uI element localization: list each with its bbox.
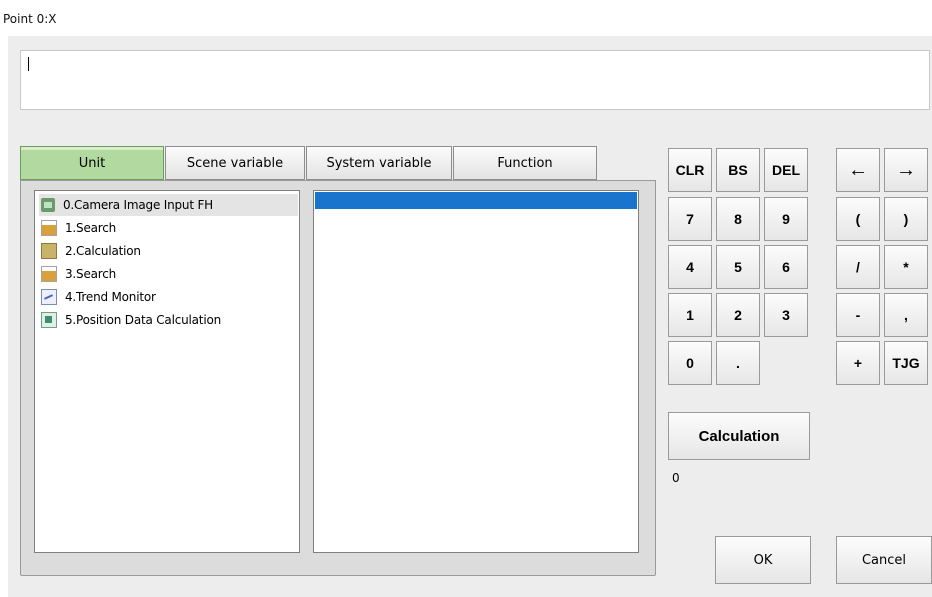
key-6[interactable]: 6 [764, 245, 808, 289]
key-label: 7 [686, 211, 694, 227]
tab-label: Unit [78, 155, 106, 171]
text-caret [28, 57, 29, 71]
key-1[interactable]: 1 [668, 293, 712, 337]
key-label: ) [903, 211, 909, 227]
open-paren-key[interactable]: ( [836, 197, 880, 241]
key-5[interactable]: 5 [716, 245, 760, 289]
key-label: * [903, 259, 909, 275]
list-item[interactable]: 0.Camera Image Input FH [39, 194, 298, 216]
result-value: 0 [672, 471, 680, 485]
arrow-right-icon: → [896, 158, 916, 181]
clr-key[interactable]: CLR [668, 148, 712, 192]
tab-label: System variable [326, 155, 432, 171]
key-label: 4 [686, 259, 694, 275]
tab-system-variable[interactable]: System variable [306, 146, 452, 180]
key-label: 2 [734, 307, 742, 323]
key-4[interactable]: 4 [668, 245, 712, 289]
key-label: ( [855, 211, 861, 227]
tab-unit[interactable]: Unit [20, 146, 164, 180]
key-label: TJG [892, 355, 920, 371]
comma-key[interactable]: , [884, 293, 928, 337]
calculation-button[interactable]: Calculation [668, 412, 810, 460]
list-item[interactable]: 2.Calculation [39, 240, 141, 262]
list-item-label: 3.Search [65, 267, 117, 281]
tab-label: Function [497, 155, 553, 171]
title-bar: Point 0:X [0, 0, 932, 36]
calculation-label: Calculation [698, 427, 780, 445]
key-0[interactable]: 0 [668, 341, 712, 385]
key-label: 0 [686, 355, 694, 371]
key-label: . [736, 355, 740, 371]
list-item[interactable]: 4.Trend Monitor [39, 286, 156, 308]
list-item[interactable]: 3.Search [39, 263, 116, 285]
list-item[interactable]: 1.Search [39, 217, 116, 239]
divide-key[interactable]: / [836, 245, 880, 289]
position-data-icon [41, 312, 57, 328]
key-label: 5 [734, 259, 742, 275]
tjg-key[interactable]: TJG [884, 341, 928, 385]
arrow-left-key[interactable]: ← [836, 148, 880, 192]
multiply-key[interactable]: * [884, 245, 928, 289]
window-title: Point 0:X [3, 12, 57, 26]
list-item-label: 1.Search [65, 221, 117, 235]
ok-button[interactable]: OK [715, 536, 811, 584]
decimal-key[interactable]: . [716, 341, 760, 385]
key-label: BS [728, 162, 748, 178]
trend-monitor-icon [41, 289, 57, 305]
calculation-icon [41, 243, 57, 259]
cancel-label: Cancel [861, 552, 907, 568]
unit-list[interactable]: 0.Camera Image Input FH 1.Search 2.Calcu… [34, 190, 300, 553]
list-item-label: 2.Calculation [65, 244, 141, 258]
list-item[interactable]: 5.Position Data Calculation [39, 309, 221, 331]
key-label: DEL [772, 162, 800, 178]
item-list[interactable] [313, 190, 639, 553]
bs-key[interactable]: BS [716, 148, 760, 192]
list-item-label: 4.Trend Monitor [65, 290, 156, 304]
search-icon [41, 220, 57, 236]
key-label: - [855, 307, 861, 323]
arrow-left-icon: ← [848, 158, 868, 181]
key-label: 9 [782, 211, 790, 227]
close-paren-key[interactable]: ) [884, 197, 928, 241]
tab-scene-variable[interactable]: Scene variable [165, 146, 305, 180]
selected-row[interactable] [315, 192, 637, 209]
tab-label: Scene variable [186, 155, 284, 171]
list-item-label: 0.Camera Image Input FH [63, 198, 213, 212]
key-label: CLR [675, 162, 705, 178]
key-7[interactable]: 7 [668, 197, 712, 241]
camera-icon [41, 198, 55, 212]
minus-key[interactable]: - [836, 293, 880, 337]
key-9[interactable]: 9 [764, 197, 808, 241]
list-item-label: 5.Position Data Calculation [65, 313, 221, 327]
plus-key[interactable]: + [836, 341, 880, 385]
del-key[interactable]: DEL [764, 148, 808, 192]
key-label: 1 [686, 307, 694, 323]
key-8[interactable]: 8 [716, 197, 760, 241]
ok-label: OK [753, 552, 773, 568]
key-3[interactable]: 3 [764, 293, 808, 337]
key-2[interactable]: 2 [716, 293, 760, 337]
search-icon [41, 266, 57, 282]
key-label: / [856, 259, 860, 275]
key-label: 6 [782, 259, 790, 275]
cancel-button[interactable]: Cancel [836, 536, 932, 584]
key-label: 8 [734, 211, 742, 227]
expression-input[interactable] [20, 50, 930, 110]
key-label: , [904, 307, 908, 323]
arrow-right-key[interactable]: → [884, 148, 928, 192]
tab-function[interactable]: Function [453, 146, 597, 180]
key-label: 3 [782, 307, 790, 323]
key-label: + [853, 355, 863, 371]
